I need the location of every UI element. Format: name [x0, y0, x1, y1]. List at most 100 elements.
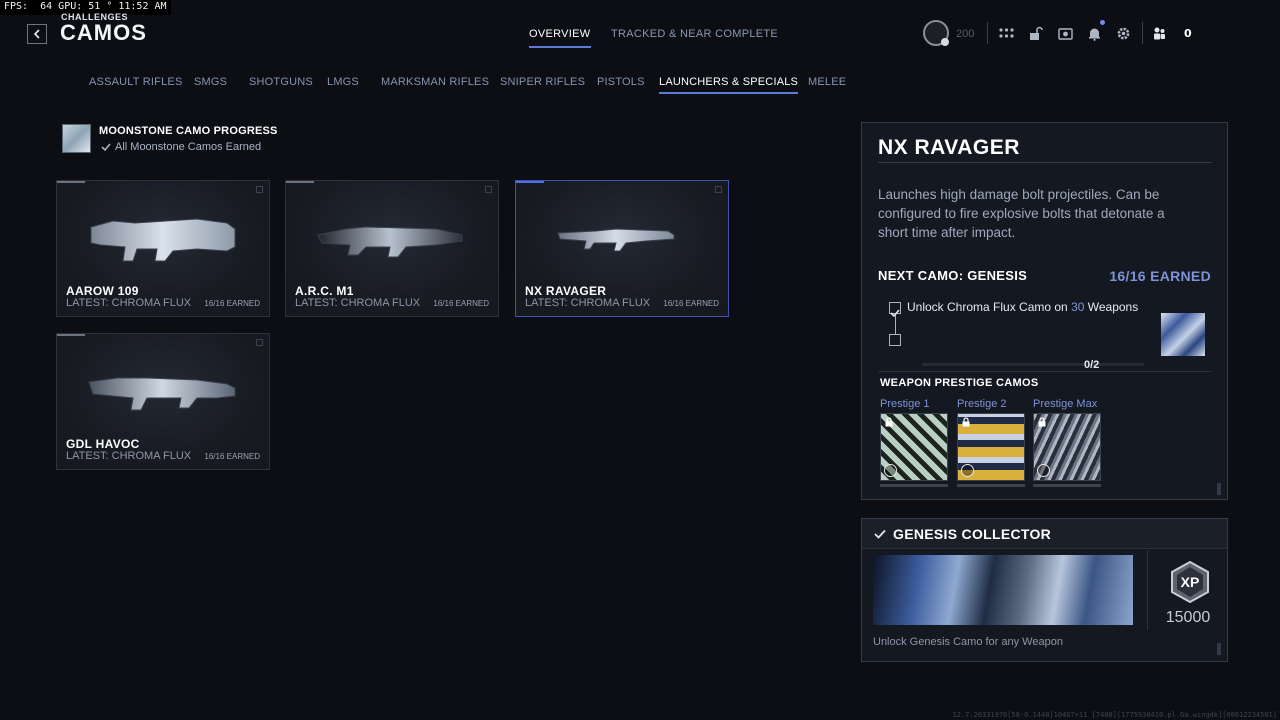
launcher-image [317, 226, 463, 258]
emblem-icon [961, 464, 974, 477]
bell-icon[interactable] [1085, 24, 1103, 42]
card-progress-bar [516, 181, 544, 183]
category-smgs[interactable]: SMGS [194, 76, 227, 92]
check-icon [101, 143, 111, 152]
fps-readout: FPS: 64 [4, 1, 53, 12]
task-connector [895, 315, 896, 334]
task-progress-value: 0/2 [1084, 359, 1100, 371]
camo-task-text: Unlock Chroma Flux Camo on 30 Weapons [907, 300, 1138, 314]
back-button[interactable] [27, 24, 47, 44]
prestige-2-bar [957, 484, 1025, 487]
detail-title: NX RAVAGER [878, 136, 1020, 159]
build-string: 12.7.26331976[58-0.1448]10407+11 [7400][… [952, 711, 1277, 719]
genesis-camo-thumbnail [1161, 313, 1205, 356]
category-marksman-rifles[interactable]: MARKSMAN RIFLES [381, 76, 489, 92]
xp-amount: 15000 [1165, 609, 1211, 626]
weapon-earned-count: 16/16 EARNED [663, 299, 719, 308]
weapon-card-arc-m1[interactable]: A.R.C. M1 LATEST: CHROMA FLUX 16/16 EARN… [285, 180, 499, 317]
collector-description: Unlock Genesis Camo for any Weapon [873, 636, 1063, 648]
collector-banner-image [873, 555, 1133, 625]
category-shotguns[interactable]: SHOTGUNS [249, 76, 313, 92]
prestige-camos-heading: WEAPON PRESTIGE CAMOS [880, 377, 1039, 389]
emblem-icon [884, 464, 897, 477]
lock-icon [885, 417, 893, 427]
task-checkbox-checked [889, 302, 901, 318]
weapon-latest-camo: LATEST: CHROMA FLUX [66, 297, 192, 309]
weapon-latest-camo: LATEST: CHROMA FLUX [66, 450, 192, 462]
gear-icon[interactable] [1114, 24, 1132, 42]
weapon-earned-count: 16/16 EARNED [204, 299, 260, 308]
weapon-name: GDL HAVOC [66, 437, 140, 451]
task-progress-track [922, 363, 1144, 366]
card-corner-marker [256, 339, 263, 346]
weapon-latest-camo: LATEST: CHROMA FLUX [295, 297, 421, 309]
card-progress-bar [286, 181, 314, 183]
task-prefix: Unlock Chroma Flux Camo on [907, 300, 1072, 314]
xp-badge-icon: XP [1171, 560, 1209, 604]
header-divider-2 [1142, 22, 1143, 44]
moonstone-progress-title: MOONSTONE CAMO PROGRESS [99, 125, 278, 137]
task-suffix: Weapons [1084, 300, 1139, 314]
xp-badge-label: XP [1181, 574, 1200, 590]
prestige-1-label: Prestige 1 [880, 398, 930, 410]
lock-open-icon[interactable] [1026, 24, 1044, 42]
category-pistols[interactable]: PISTOLS [597, 76, 645, 92]
detail-divider-2 [878, 371, 1212, 372]
emblem-icon [1037, 464, 1050, 477]
weapon-detail-panel: NX RAVAGER Launches high damage bolt pro… [861, 122, 1228, 500]
grid-icon[interactable] [997, 24, 1015, 42]
weapon-earned-count: 16/16 EARNED [433, 299, 489, 308]
launcher-image [557, 228, 675, 252]
weapon-name: A.R.C. M1 [295, 284, 354, 298]
detail-divider [878, 162, 1212, 163]
scrollbar[interactable] [1217, 643, 1221, 655]
detail-description: Launches high damage bolt projectiles. C… [878, 187, 1165, 240]
lock-icon [1038, 417, 1046, 427]
category-lmgs[interactable]: LMGS [327, 76, 359, 92]
weapon-earned-count: 16/16 EARNED [204, 452, 260, 461]
weapon-card-nx-ravager[interactable]: NX RAVAGER LATEST: CHROMA FLUX 16/16 EAR… [515, 180, 729, 317]
tab-tracked-near-complete[interactable]: TRACKED & NEAR COMPLETE [611, 28, 778, 46]
weapon-latest-camo: LATEST: CHROMA FLUX [525, 297, 651, 309]
launcher-image [90, 218, 236, 262]
check-icon [874, 529, 886, 539]
collector-title: GENESIS COLLECTOR [893, 526, 1052, 542]
category-assault-rifles[interactable]: ASSAULT RIFLES [89, 76, 182, 92]
prestige-1-camo-tile[interactable] [880, 413, 948, 481]
prestige-1-bar [880, 484, 948, 487]
collector-header: GENESIS COLLECTOR [862, 519, 1227, 549]
rank-value: 200 [956, 28, 975, 40]
weapon-name: AAROW 109 [66, 284, 139, 298]
card-corner-marker [256, 186, 263, 193]
next-camo-earned: 16/16 EARNED [1109, 268, 1211, 284]
lock-icon [962, 417, 970, 427]
next-camo-label: NEXT CAMO: GENESIS [878, 268, 1028, 283]
task-count: 30 [1071, 300, 1085, 314]
scrollbar[interactable] [1217, 483, 1221, 495]
prestige-max-camo-tile[interactable] [1033, 413, 1101, 481]
friends-count: 0 [1184, 27, 1192, 40]
card-corner-marker [485, 186, 492, 193]
category-melee[interactable]: MELEE [808, 76, 846, 92]
friends-icon[interactable] [1150, 24, 1168, 42]
prestige-2-label: Prestige 2 [957, 398, 1007, 410]
weapon-card-gdl-havoc[interactable]: GDL HAVOC LATEST: CHROMA FLUX 16/16 EARN… [56, 333, 270, 470]
moonstone-camo-swatch [62, 124, 91, 153]
rank-status-dot [941, 38, 949, 46]
category-sniper-rifles[interactable]: SNIPER RIFLES [500, 76, 585, 92]
task-checkbox-empty [889, 334, 901, 346]
card-progress-bar [57, 334, 85, 336]
camera-icon[interactable] [1056, 24, 1074, 42]
tab-overview[interactable]: OVERVIEW [529, 28, 591, 48]
header-divider [987, 22, 988, 44]
card-progress-bar [57, 181, 85, 183]
weapon-card-aarow-109[interactable]: AAROW 109 LATEST: CHROMA FLUX 16/16 EARN… [56, 180, 270, 317]
notification-dot [1100, 20, 1105, 25]
prestige-max-label: Prestige Max [1033, 398, 1098, 410]
category-launchers-specials[interactable]: LAUNCHERS & SPECIALS [659, 76, 799, 94]
prestige-2-camo-tile[interactable] [957, 413, 1025, 481]
card-corner-marker [715, 186, 722, 193]
genesis-collector-panel: GENESIS COLLECTOR XP 15000 Unlock Genesi… [861, 518, 1228, 662]
launcher-image [88, 377, 236, 411]
weapon-name: NX RAVAGER [525, 284, 607, 298]
